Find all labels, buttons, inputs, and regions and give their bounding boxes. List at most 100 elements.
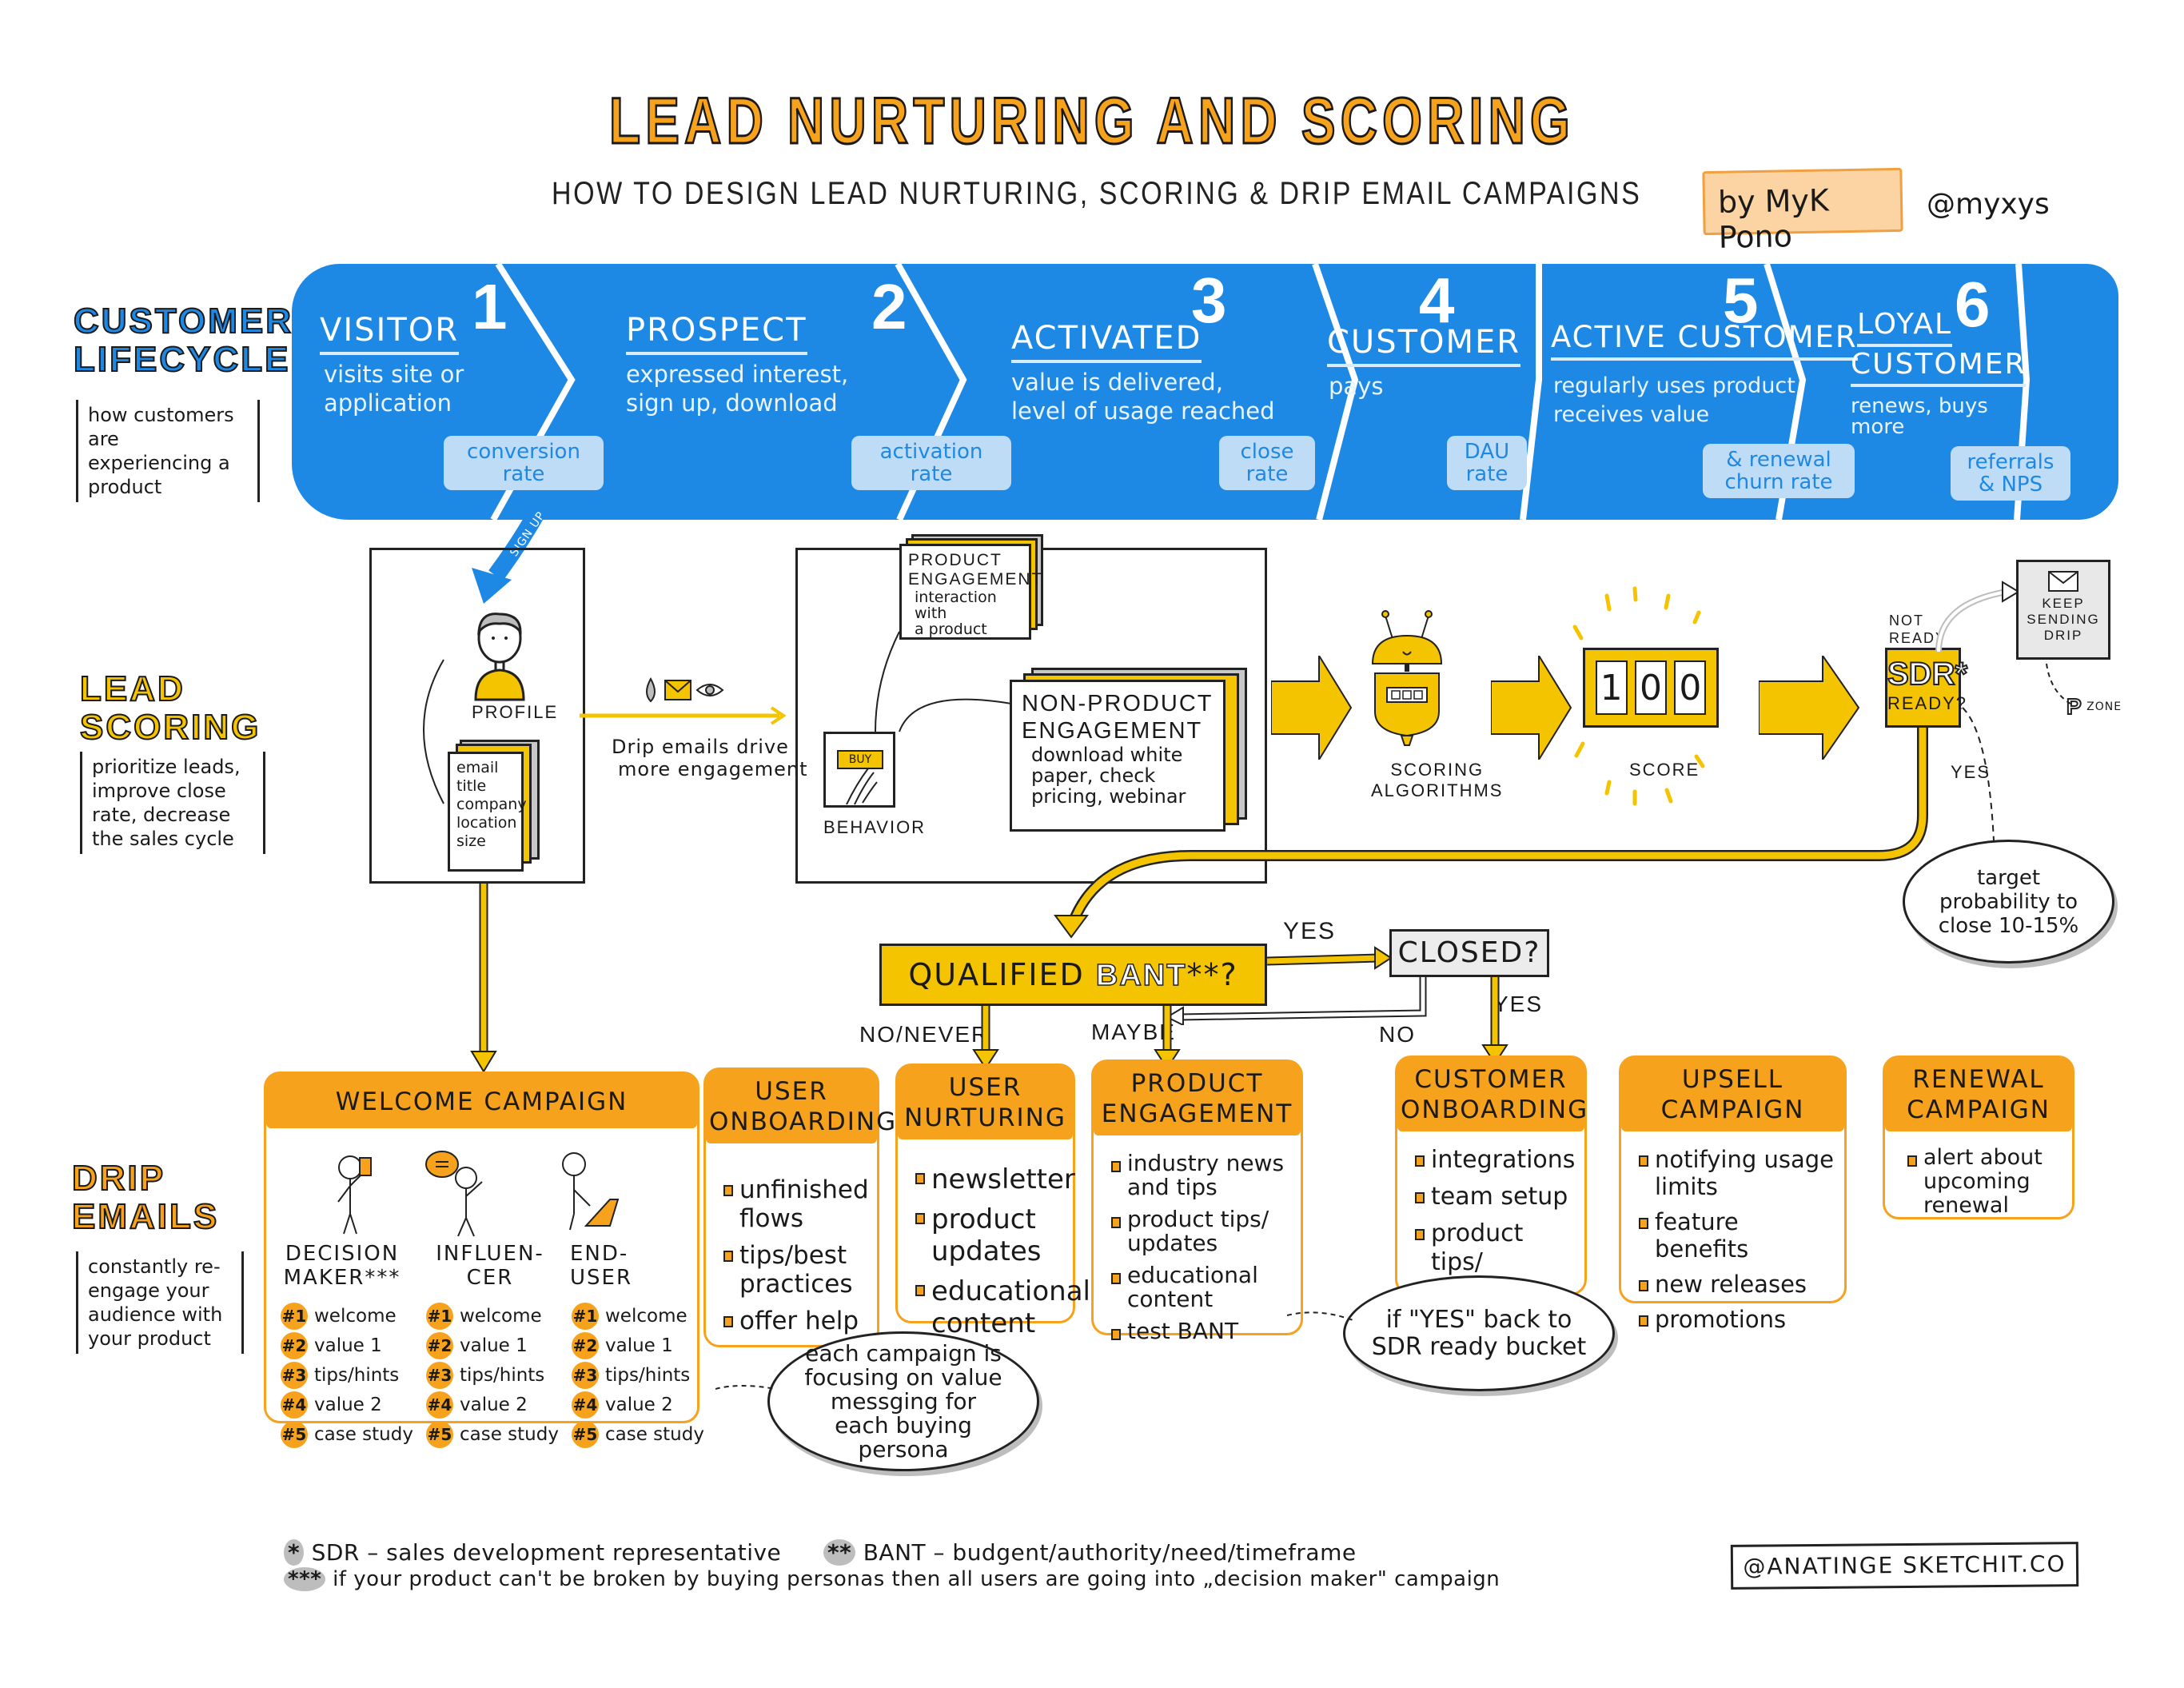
step-number: #1 <box>281 1303 308 1330</box>
persona-end-user: END- USER <box>570 1242 666 1290</box>
hand-click-icon <box>846 768 878 805</box>
campaign-item: test BANT <box>1111 1319 1293 1343</box>
persona-name-line: CER <box>466 1266 514 1290</box>
keep-sending-line: SENDING <box>2027 612 2100 627</box>
footnote-sdr: * SDR – sales development representative <box>284 1539 781 1566</box>
campaign-title: WELCOME CAMPAIGN <box>266 1074 697 1128</box>
behavior-card: BUY <box>823 732 895 808</box>
campaign-title-line: UPSELL <box>1681 1065 1784 1094</box>
email-step: #4 value 2 <box>281 1391 413 1420</box>
campaign-items: alert about upcoming renewal <box>1885 1131 2072 1234</box>
footnote-mark: ** <box>823 1539 856 1566</box>
campaign-title-line: ONBOARDING <box>709 1107 898 1136</box>
zone-tag: C ZONE <box>1946 1451 2047 1499</box>
footnote-text: if your product can't be broken by buyin… <box>333 1567 1501 1591</box>
step-number: #3 <box>426 1362 453 1389</box>
card-title: ENGAGEMENT <box>908 570 1044 589</box>
campaign-title: UPSELL CAMPAIGN <box>1621 1058 1844 1131</box>
stage-name: CUSTOMER <box>1851 348 2027 387</box>
drip-title-line1: DRIP <box>71 1159 166 1199</box>
campaign-item: notifying usage limits <box>1639 1146 1836 1200</box>
product-engagement-card: PRODUCT ENGAGEMENT industry news and tip… <box>1091 1059 1303 1343</box>
credit-badge: @ANATINGE SKETCHIT.CO <box>1730 1542 2079 1590</box>
campaign-item: product updates <box>915 1203 1065 1267</box>
persona-decision-maker: DECISION MAKER*** <box>282 1242 402 1290</box>
campaign-items: notifying usage limits feature benefits … <box>1621 1131 1844 1349</box>
step-number: #4 <box>281 1391 308 1419</box>
campaign-title: USER ONBOARDING <box>706 1070 898 1143</box>
sdr-to-bant-path <box>1054 728 1928 939</box>
campaign-title-line: PRODUCT <box>1130 1069 1264 1098</box>
campaign-item: product tips/ updates <box>1111 1207 1293 1255</box>
email-step: #5 case study <box>572 1420 704 1450</box>
email-step: #2 value 1 <box>281 1331 413 1361</box>
keep-sending-drip-box: KEEP SENDING DRIP <box>2016 560 2110 660</box>
drip-emails-section-title: DRIP EMAILS <box>71 1159 219 1237</box>
step-label: case study <box>605 1424 704 1445</box>
step-label: value 1 <box>605 1335 673 1356</box>
lifecycle-description: how customers are experiencing a product <box>76 400 260 502</box>
step-label: welcome <box>460 1306 542 1327</box>
bant-to-closed-arrow <box>1267 946 1393 970</box>
p-zone-tag: P ZONE <box>2066 693 2122 720</box>
persona-influencer: INFLUEN- CER <box>430 1242 550 1290</box>
metric-line: & NPS <box>1978 473 2043 497</box>
step-label: value 2 <box>460 1395 528 1415</box>
profile-to-welcome-arrow <box>470 884 497 1073</box>
footnote-text: SDR – sales development representative <box>311 1539 782 1566</box>
campaign-title-line: CUSTOMER <box>1414 1065 1568 1094</box>
campaign-title: PRODUCT ENGAGEMENT <box>1094 1062 1301 1135</box>
decision-maker-icon <box>337 1155 372 1235</box>
cloud-line: probability to <box>1939 889 2078 914</box>
customer-onboarding-card: CUSTOMER ONBOARDING integrations team se… <box>1395 1055 1589 1305</box>
zone-word: ZONE <box>1984 1463 2047 1487</box>
profile-field: size <box>456 832 486 850</box>
campaign-title-line: CAMPAIGN <box>1660 1095 1805 1124</box>
customer-zone: CUSTOMER NURTURING C ZONE <box>1327 1431 2078 1511</box>
campaign-title-line: CAMPAIGN <box>1907 1095 2050 1124</box>
lead-scoring-description: prioritize leads, improve close rate, de… <box>80 752 265 854</box>
step-label: case study <box>314 1424 413 1445</box>
email-step: #3 tips/hints <box>281 1361 413 1391</box>
lifecycle-band: 1 VISITOR visits site or application con… <box>292 264 2118 520</box>
step-number: #2 <box>426 1332 453 1359</box>
end-user-icon <box>562 1152 620 1231</box>
campaign-item: tips/best practices <box>723 1241 869 1299</box>
campaign-title-line: RENEWAL <box>1912 1065 2045 1094</box>
stage-description-line: more <box>1851 415 1905 439</box>
campaign-item: industry news and tips <box>1111 1151 1293 1199</box>
email-step: #3 tips/hints <box>426 1361 559 1391</box>
lifecycle-section-title: CUSTOMER LIFECYCLE <box>73 301 293 380</box>
sdr-ready-box: SDR* READY? <box>1885 648 1968 728</box>
keep-sending-line: DRIP <box>2043 628 2083 643</box>
end-user-steps: #1 welcome #2 value 1 #3 tips/hints #4 value… <box>572 1302 704 1450</box>
profile-field: company <box>456 796 527 813</box>
p-zone-dashed-connector <box>2046 663 2071 704</box>
closed-yes-arrow <box>1481 977 1508 1065</box>
persona-icons <box>337 1151 620 1237</box>
step-label: value 1 <box>314 1335 382 1356</box>
step-label: welcome <box>605 1306 687 1327</box>
step-label: value 1 <box>460 1335 528 1356</box>
email-step: #5 case study <box>281 1420 413 1450</box>
lead-scoring-section-title: LEAD SCORING <box>79 669 261 748</box>
campaign-item: new releases <box>1639 1271 1836 1298</box>
closed-no-label: NO <box>1379 1022 1416 1047</box>
zone-tag: P ZONE <box>1174 1459 1273 1507</box>
step-label: tips/hints <box>314 1365 400 1386</box>
step-label: value 2 <box>314 1395 382 1415</box>
campaign-title-line: USER <box>948 1073 1022 1102</box>
profile-label: PROFILE <box>472 702 559 722</box>
email-step: #2 value 1 <box>426 1331 559 1361</box>
profile-fields-card: email title company location size <box>448 752 527 872</box>
person-avatar-icon <box>474 613 525 701</box>
email-step: #2 value 1 <box>572 1331 704 1361</box>
campaign-title-line: ONBOARDING <box>1401 1095 1589 1124</box>
step-label: tips/hints <box>605 1365 691 1386</box>
campaign-item: educational content <box>915 1275 1090 1339</box>
drip-emails-description: constantly re-engage your audience with … <box>76 1251 244 1354</box>
influencer-icon <box>425 1151 483 1237</box>
cloud-line: close 10-15% <box>1938 913 2079 938</box>
email-step: #1 welcome <box>426 1302 559 1331</box>
footnote-mark: *** <box>284 1567 326 1591</box>
